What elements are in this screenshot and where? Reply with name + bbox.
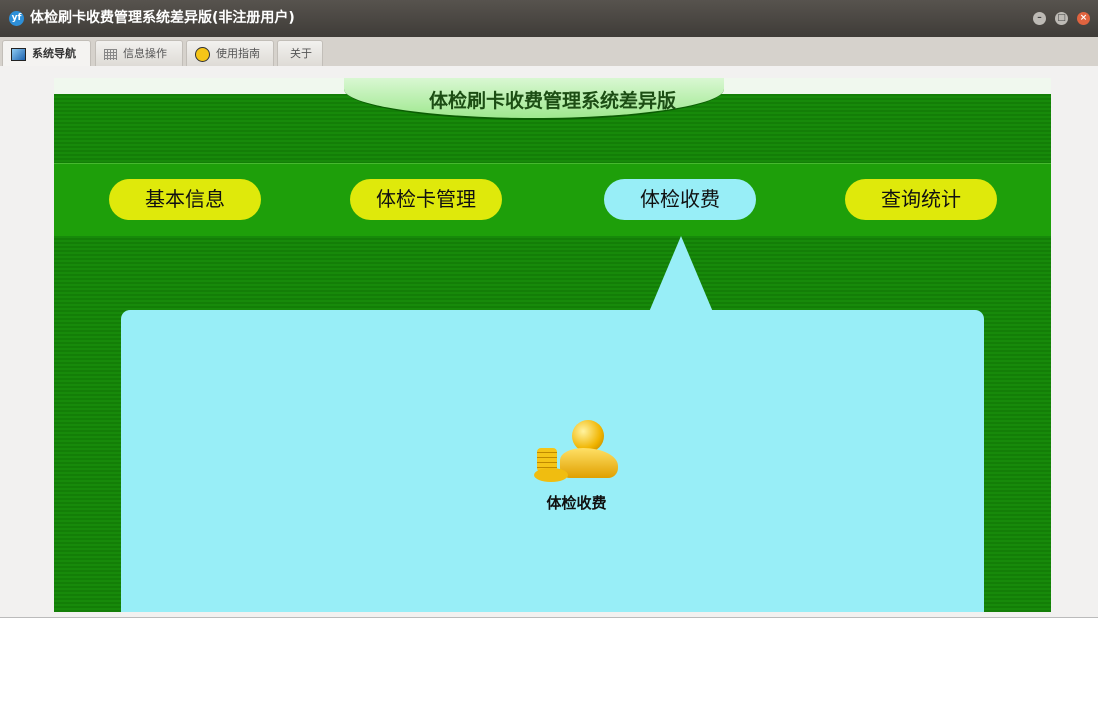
nav-exam-charges[interactable]: 体检收费 xyxy=(604,179,756,220)
window-title: 体检刷卡收费管理系统差异版(非注册用户) xyxy=(30,10,295,26)
item-label: 体检收费 xyxy=(546,494,607,512)
tab-label: 关于 xyxy=(290,47,312,60)
nav-query-statistics[interactable]: 查询统计 xyxy=(845,179,997,220)
close-button[interactable]: × xyxy=(1077,12,1090,25)
app-logo-icon: yf xyxy=(9,11,24,26)
tab-label: 系统导航 xyxy=(32,47,76,60)
tab-user-guide[interactable]: 使用指南 xyxy=(186,40,274,66)
tab-info-operations[interactable]: 信息操作 xyxy=(95,40,183,66)
title-bar: yf 体检刷卡收费管理系统差异版(非注册用户) – □ × xyxy=(0,0,1098,37)
tab-bar: 系统导航 信息操作 使用指南 关于 xyxy=(0,37,1098,66)
tab-label: 使用指南 xyxy=(216,47,260,60)
nav-band: 基本信息 体检卡管理 体检收费 查询统计 xyxy=(54,163,1051,236)
exam-charges-item[interactable]: 体检收费 xyxy=(509,418,644,513)
grid-icon xyxy=(104,48,117,60)
callout-pointer xyxy=(649,236,713,312)
banner-title: 体检刷卡收费管理系统差异版 xyxy=(428,90,676,112)
nav-basic-info[interactable]: 基本信息 xyxy=(109,179,261,220)
tab-about[interactable]: 关于 xyxy=(277,40,323,66)
tab-system-navigation[interactable]: 系统导航 xyxy=(2,40,91,66)
help-icon xyxy=(195,46,210,62)
navigation-panel: 体检刷卡收费管理系统差异版 基本信息 体检卡管理 体检收费 查询统计 体检收费 xyxy=(54,78,1051,612)
tab-label: 信息操作 xyxy=(123,47,167,60)
maximize-button[interactable]: □ xyxy=(1055,12,1068,25)
gold-coins-icon xyxy=(532,418,622,488)
monitor-icon xyxy=(11,47,26,61)
minimize-button[interactable]: – xyxy=(1033,12,1046,25)
nav-card-management[interactable]: 体检卡管理 xyxy=(350,179,502,220)
